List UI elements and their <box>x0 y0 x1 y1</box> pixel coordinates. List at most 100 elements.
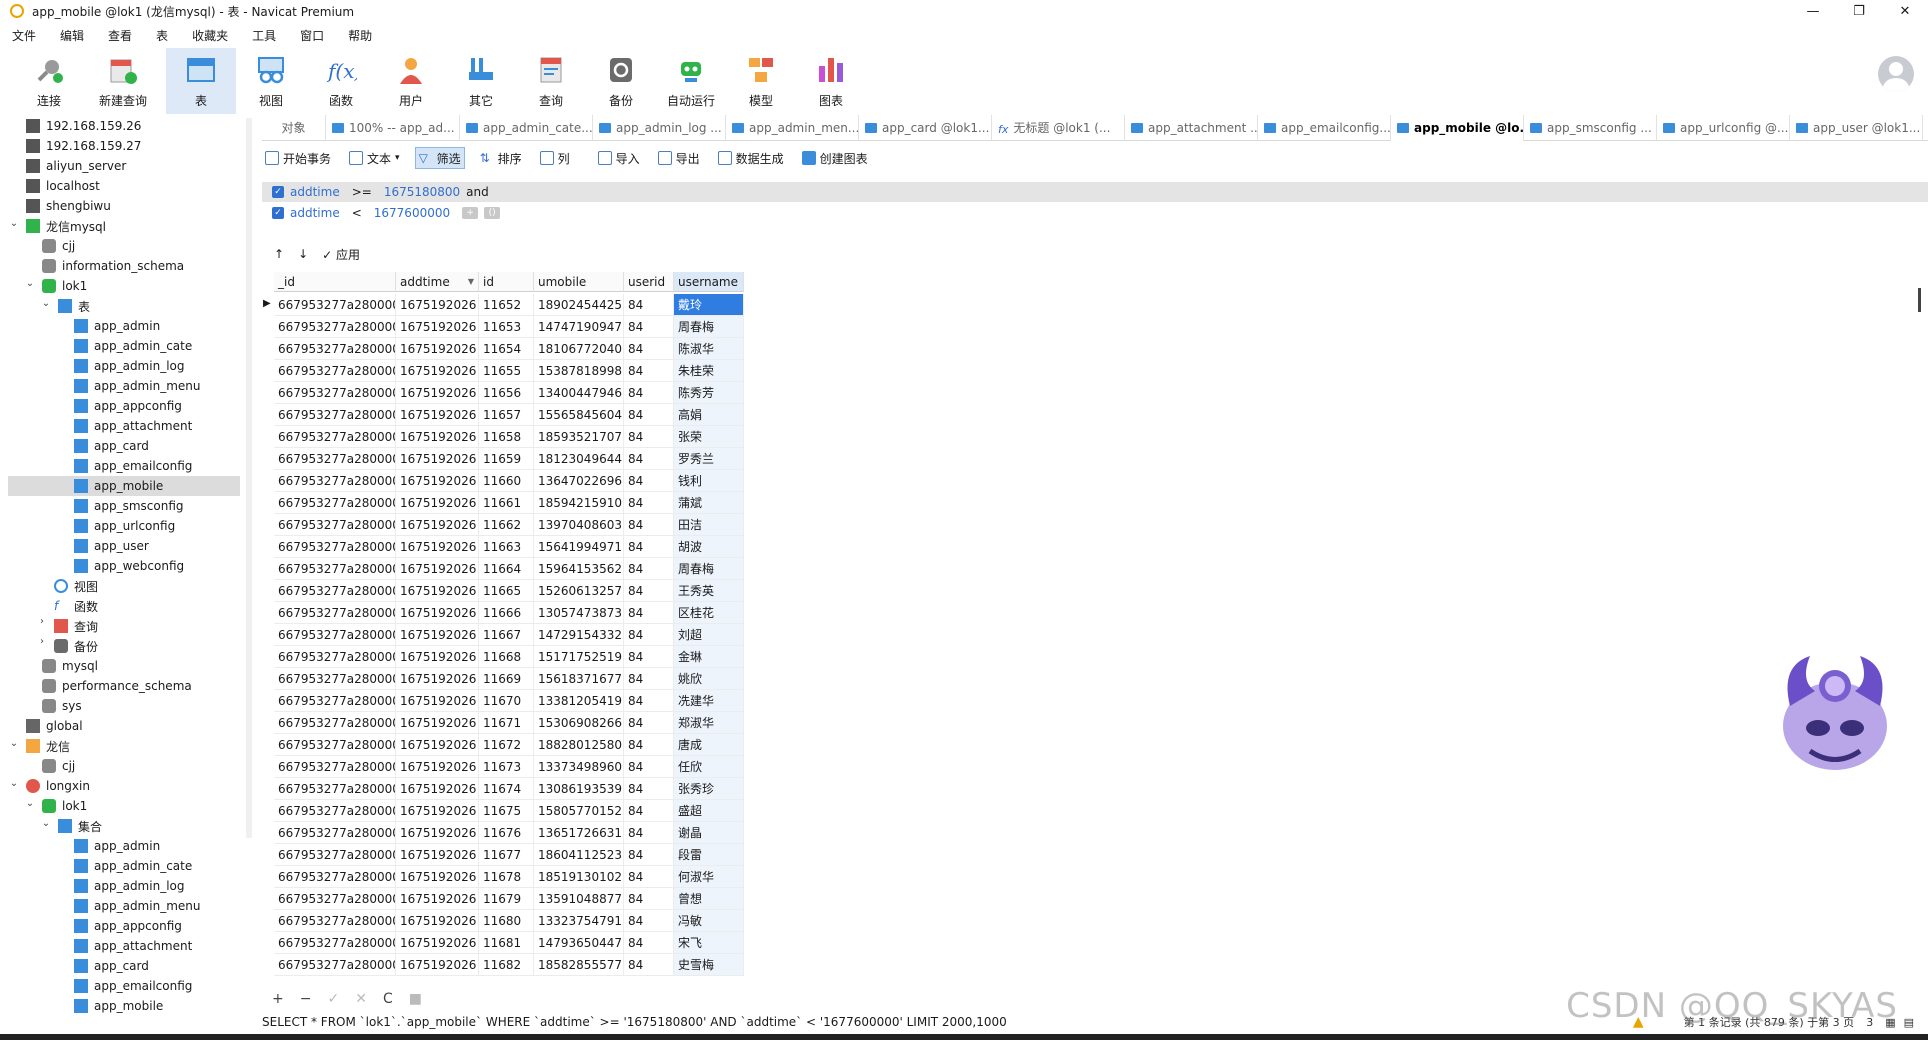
table-cell-id[interactable]: 11671 <box>479 712 534 734</box>
table-cell-id[interactable]: 667953277a2800002f00! <box>274 932 396 954</box>
text-view-button[interactable]: 文本 ▾ <box>346 147 403 169</box>
filter-value-2[interactable]: 1677600000 <box>374 206 450 220</box>
table-cell-username[interactable]: 高娟 <box>674 404 744 426</box>
table-cell-id[interactable]: 667953277a2800002f00! <box>274 800 396 822</box>
tree-db-cjj[interactable]: cjj <box>42 236 75 256</box>
table-cell-userid[interactable]: 84 <box>624 338 674 360</box>
tree-connection-192-168-159-26[interactable]: 192.168.159.26 <box>26 116 141 136</box>
table-cell-userid[interactable]: 84 <box>624 360 674 382</box>
table-cell-username[interactable]: 盛超 <box>674 800 744 822</box>
table-cell-username[interactable]: 张荣 <box>674 426 744 448</box>
maximize-button[interactable]: ❐ <box>1836 0 1882 22</box>
tree-table-app-attachment[interactable]: app_attachment <box>74 416 192 436</box>
chevron-down-icon[interactable]: ⌄ <box>24 798 36 809</box>
table-cell-username[interactable]: 蒲斌 <box>674 492 744 514</box>
table-cell-userid[interactable]: 84 <box>624 426 674 448</box>
chevron-down-icon[interactable]: ⌄ <box>8 218 20 229</box>
table-cell-id[interactable]: 11658 <box>479 426 534 448</box>
menu-view[interactable]: 查看 <box>108 27 132 44</box>
tree-db-mysql[interactable]: mysql <box>42 656 98 676</box>
table-cell-userid[interactable]: 84 <box>624 866 674 888</box>
table-cell-userid[interactable]: 84 <box>624 844 674 866</box>
tab-app-urlconfig[interactable]: app_urlconfig @... <box>1657 114 1790 141</box>
tree-connection-global[interactable]: global <box>26 716 83 736</box>
table-cell-userid[interactable]: 84 <box>624 800 674 822</box>
table-cell-id[interactable]: 11666 <box>479 602 534 624</box>
filter-checkbox-2[interactable]: ✓ <box>272 207 284 219</box>
table-cell-addtime[interactable]: 1675192026 <box>396 624 479 646</box>
filter-field-2[interactable]: addtime <box>290 206 340 220</box>
toolbar-backup-button[interactable]: 备份 <box>586 48 656 114</box>
table-cell-addtime[interactable]: 1675192026 <box>396 602 479 624</box>
table-cell-addtime[interactable]: 1675192026 <box>396 888 479 910</box>
table-cell-umobile[interactable]: 18106772040 <box>534 338 624 360</box>
tree-db-lok1[interactable]: lok1 <box>42 276 87 296</box>
table-cell-username[interactable]: 郑淑华 <box>674 712 744 734</box>
column-header-userid[interactable]: userid <box>624 272 674 292</box>
table-cell-username[interactable]: 陈淑华 <box>674 338 744 360</box>
table-cell-username[interactable]: 冯敏 <box>674 910 744 932</box>
table-cell-addtime[interactable]: 1675192026 <box>396 910 479 932</box>
tree-table-app-webconfig[interactable]: app_webconfig <box>74 556 184 576</box>
table-cell-username[interactable]: 胡波 <box>674 536 744 558</box>
tree-backups-folder[interactable]: 备份 <box>54 636 98 656</box>
table-cell-id[interactable]: 11664 <box>479 558 534 580</box>
table-cell-id[interactable]: 667953277a2800002f00! <box>274 734 396 756</box>
user-avatar[interactable] <box>1878 56 1914 92</box>
table-cell-username[interactable]: 王秀英 <box>674 580 744 602</box>
table-cell-userid[interactable]: 84 <box>624 316 674 338</box>
table-cell-id[interactable]: 667953277a2800002f00! <box>274 690 396 712</box>
table-cell-umobile[interactable]: 13373498960 <box>534 756 624 778</box>
filter-operator-2[interactable]: < <box>352 206 362 220</box>
table-cell-userid[interactable]: 84 <box>624 668 674 690</box>
arrow-up-icon[interactable]: ↑ <box>274 247 284 261</box>
table-cell-userid[interactable]: 84 <box>624 646 674 668</box>
table-cell-id[interactable]: 667953277a2800002f00! <box>274 756 396 778</box>
tree-table-app-mobile[interactable]: app_mobile <box>8 476 240 496</box>
table-cell-id[interactable]: 11652 <box>479 294 534 316</box>
table-cell-id[interactable]: 11673 <box>479 756 534 778</box>
tab-app-admin-menu[interactable]: app_admin_men... <box>726 114 859 141</box>
table-cell-addtime[interactable]: 1675192026 <box>396 470 479 492</box>
sidebar-scrollbar[interactable] <box>246 118 252 838</box>
close-button[interactable]: ✕ <box>1882 0 1928 22</box>
tab-app-emailconfig[interactable]: app_emailconfig... <box>1258 114 1391 141</box>
tree-table-app-smsconfig[interactable]: app_smsconfig <box>74 496 184 516</box>
tree-db-sys[interactable]: sys <box>42 696 82 716</box>
table-cell-userid[interactable]: 84 <box>624 514 674 536</box>
tab-app-attachment[interactable]: app_attachment ... <box>1125 114 1258 141</box>
refresh-button[interactable]: C <box>383 991 393 1007</box>
tree-collection-app-admin-cate[interactable]: app_admin_cate <box>74 856 192 876</box>
filter-condition-2[interactable]: ✓ addtime < 1677600000 + () <box>272 203 501 223</box>
table-cell-id[interactable]: 11654 <box>479 338 534 360</box>
table-cell-id[interactable]: 11678 <box>479 866 534 888</box>
table-cell-addtime[interactable]: 1675192026 <box>396 690 479 712</box>
form-view-icon[interactable]: ▤ <box>1904 1016 1914 1029</box>
menu-edit[interactable]: 编辑 <box>60 27 84 44</box>
table-cell-username[interactable]: 区桂花 <box>674 602 744 624</box>
table-cell-umobile[interactable]: 13323754791 <box>534 910 624 932</box>
table-cell-umobile[interactable]: 18123049644 <box>534 448 624 470</box>
apply-filter-button[interactable]: ✓ 应用 <box>322 246 374 263</box>
grid-scrollbar[interactable] <box>1918 288 1921 312</box>
delete-record-button[interactable]: − <box>300 991 312 1007</box>
chevron-down-icon[interactable]: ⌄ <box>8 738 20 749</box>
table-cell-id[interactable]: 667953277a2800002f00! <box>274 778 396 800</box>
table-cell-id[interactable]: 667953277a2800002f00! <box>274 492 396 514</box>
table-cell-addtime[interactable]: 1675192026 <box>396 338 479 360</box>
tree-table-app-admin[interactable]: app_admin <box>74 316 160 336</box>
table-cell-umobile[interactable]: 14729154332 <box>534 624 624 646</box>
filter-field-1[interactable]: addtime <box>290 185 340 199</box>
table-cell-username[interactable]: 周春梅 <box>674 316 744 338</box>
table-cell-id[interactable]: 667953277a2800002f00! <box>274 844 396 866</box>
toolbar-chart-button[interactable]: 图表 <box>796 48 866 114</box>
tab-objects[interactable]: 对象 <box>262 114 326 141</box>
table-cell-userid[interactable]: 84 <box>624 558 674 580</box>
table-cell-id[interactable]: 667953277a2800002f00! <box>274 514 396 536</box>
filter-button[interactable]: ▽ 筛选 <box>414 147 465 169</box>
table-cell-username[interactable]: 唐成 <box>674 734 744 756</box>
table-cell-id[interactable]: 11667 <box>479 624 534 646</box>
chevron-down-icon[interactable]: ⌄ <box>24 278 36 289</box>
table-cell-addtime[interactable]: 1675192026 <box>396 954 479 976</box>
table-cell-id[interactable]: 11668 <box>479 646 534 668</box>
